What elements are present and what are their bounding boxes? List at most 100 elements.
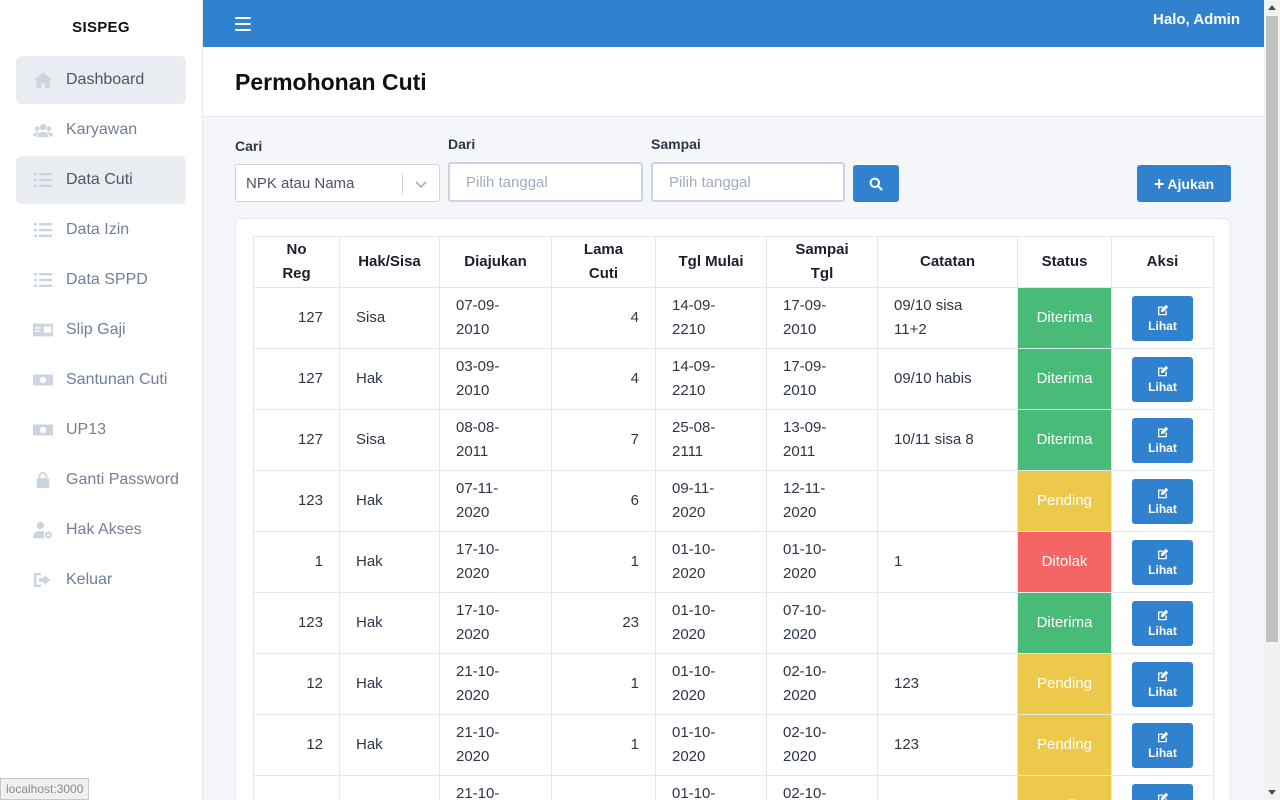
scroll-up-arrow-icon[interactable] (1268, 5, 1276, 10)
edit-icon (1157, 670, 1168, 681)
cell-mulai: 01-10- 2020 (655, 531, 767, 593)
cell-catatan: 10/11 sisa 8 (877, 409, 1018, 471)
cell-lama: 23 (551, 592, 656, 654)
scroll-down-arrow-icon[interactable] (1268, 790, 1276, 795)
search-select-value: NPK atau Nama (246, 174, 355, 192)
view-button[interactable]: Lihat (1132, 478, 1193, 524)
search-select[interactable]: NPK atau Nama (235, 164, 440, 202)
leave-table-card: No Reg Hak/Sisa Diajukan Lama Cuti Tgl Mulai… (235, 218, 1231, 800)
cell-hak-sisa: Hak (339, 531, 440, 593)
status-badge: Diterima (1017, 348, 1112, 410)
money-bill-icon (32, 371, 54, 389)
sidebar-item-santunan-cuti[interactable]: Santunan Cuti (16, 356, 186, 404)
cell-diajukan: 07-09- 2010 (439, 287, 552, 349)
menu-toggle-icon[interactable] (235, 16, 251, 31)
search-icon (869, 177, 883, 191)
sidebar-item-hak-akses[interactable]: Hak Akses (16, 506, 186, 554)
to-date-input[interactable]: Pilih tanggal (651, 162, 845, 202)
to-label: Sampai (651, 136, 701, 152)
cell-sampai: 17-09- 2010 (766, 348, 878, 410)
status-badge: Pending (1017, 653, 1112, 715)
cell-aksi: Lihat (1111, 775, 1214, 800)
page-title: Permohonan Cuti (235, 69, 427, 95)
from-date-input[interactable]: Pilih tanggal (448, 162, 643, 202)
lock-icon (32, 471, 54, 489)
scroll-thumb[interactable] (1266, 16, 1278, 642)
filter-bar: Cari NPK atau Nama Dari Pilih tanggal Sa… (235, 135, 1231, 205)
cell-mulai: 01-10- 2020 (655, 592, 767, 654)
cell-sampai: 12-11- 2020 (766, 470, 878, 532)
add-leave-button[interactable]: + Ajukan (1137, 165, 1231, 202)
sidebar-item-slip-gaji[interactable]: Slip Gaji (16, 306, 186, 354)
cell-mulai: 14-09- 2210 (655, 287, 767, 349)
cell-hak-sisa: Hak (339, 348, 440, 410)
cell-catatan (877, 470, 1018, 532)
cell-mulai: 14-09- 2210 (655, 348, 767, 410)
cell-mulai: 01-10- 2020 (655, 775, 767, 800)
edit-icon (1157, 609, 1168, 620)
cell-lama: 1 (551, 653, 656, 715)
view-button[interactable]: Lihat (1132, 783, 1193, 800)
cell-sampai: 02-10- 2020 (766, 714, 878, 776)
status-badge: Ditolak (1017, 531, 1112, 593)
cell-sampai: 07-10- 2020 (766, 592, 878, 654)
sidebar-item-data-cuti[interactable]: Data Cuti (16, 156, 186, 204)
view-button[interactable]: Lihat (1132, 417, 1193, 463)
table-row: 123 Hak 07-11- 2020 6 09-11- 2020 12-11- 2020… (253, 470, 1214, 532)
user-greeting[interactable]: Halo, Admin (1153, 11, 1240, 28)
leave-table: No Reg Hak/Sisa Diajukan Lama Cuti Tgl Mulai… (253, 236, 1214, 800)
view-button[interactable]: Lihat (1132, 600, 1193, 646)
view-button-label: Lihat (1148, 562, 1177, 577)
view-button[interactable]: Lihat (1132, 539, 1193, 585)
cell-lama: 1 (551, 531, 656, 593)
sidebar-item-keluar[interactable]: Keluar (16, 556, 186, 604)
status-badge: Diterima (1017, 287, 1112, 349)
cell-catatan: 123 (877, 714, 1018, 776)
view-button[interactable]: Lihat (1132, 356, 1193, 402)
view-button-label: Lihat (1148, 379, 1177, 394)
cell-lama: 7 (551, 409, 656, 471)
sidebar-item-label: Data Izin (66, 221, 130, 238)
cell-no-reg: 127 (253, 348, 340, 410)
table-header-row: No Reg Hak/Sisa Diajukan Lama Cuti Tgl Mulai… (253, 236, 1214, 288)
cell-hak-sisa: Hak (339, 653, 440, 715)
search-button[interactable] (853, 165, 899, 202)
home-icon (32, 71, 54, 89)
view-button-label: Lihat (1148, 745, 1177, 760)
cell-catatan: 09/10 sisa 11+2 (877, 287, 1018, 349)
column-header-hak-sisa: Hak/Sisa (339, 236, 440, 288)
from-label: Dari (448, 136, 476, 152)
cell-hak-sisa (339, 775, 440, 800)
view-button[interactable]: Lihat (1132, 661, 1193, 707)
sidebar-item-ganti-password[interactable]: Ganti Password (16, 456, 186, 504)
list-icon (32, 171, 54, 189)
browser-status-url: localhost:3000 (0, 778, 90, 800)
cell-diajukan: 21-10- 2020 (439, 775, 552, 800)
add-leave-label: Ajukan (1167, 175, 1215, 192)
sidebar-item-data-izin[interactable]: Data Izin (16, 206, 186, 254)
view-button-label: Lihat (1148, 623, 1177, 638)
cell-catatan: 09/10 habis (877, 348, 1018, 410)
cell-no-reg: 12 (253, 653, 340, 715)
list-icon (32, 221, 54, 239)
cell-no-reg (253, 775, 340, 800)
edit-icon (1157, 426, 1168, 437)
sidebar-item-data-sppd[interactable]: Data SPPD (16, 256, 186, 304)
column-header-lama-cuti: Lama Cuti (551, 236, 656, 288)
page-scrollbar[interactable] (1264, 0, 1280, 800)
cell-diajukan: 08-08- 2011 (439, 409, 552, 471)
sidebar-item-label: Slip Gaji (66, 321, 126, 338)
status-badge: Pending (1017, 775, 1112, 800)
cell-sampai: 02-10- 2020 (766, 653, 878, 715)
view-button[interactable]: Lihat (1132, 722, 1193, 768)
view-button[interactable]: Lihat (1132, 295, 1193, 341)
cell-hak-sisa: Sisa (339, 409, 440, 471)
sidebar-item-karyawan[interactable]: Karyawan (16, 106, 186, 154)
sidebar-item-up13[interactable]: UP13 (16, 406, 186, 454)
sidebar-item-label: Data Cuti (66, 171, 133, 188)
cell-no-reg: 12 (253, 714, 340, 776)
sidebar-item-dashboard[interactable]: Dashboard (16, 56, 186, 104)
sidebar-item-label: Dashboard (66, 71, 145, 88)
cell-hak-sisa: Hak (339, 470, 440, 532)
cell-aksi: Lihat (1111, 653, 1214, 715)
